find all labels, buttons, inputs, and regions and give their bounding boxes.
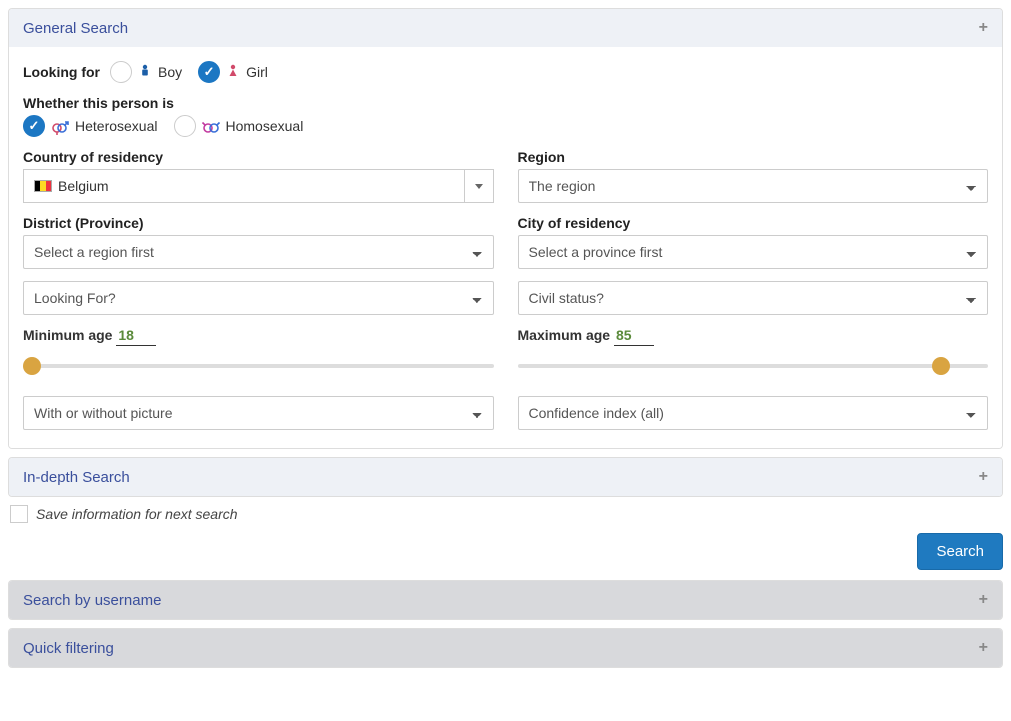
quick-filtering-title: Quick filtering bbox=[23, 640, 114, 657]
country-value: Belgium bbox=[58, 178, 109, 194]
homo-label: Homosexual bbox=[226, 118, 304, 134]
general-search-panel: General Search + Looking for Boy Girl Wh… bbox=[8, 8, 1003, 449]
girl-radio[interactable] bbox=[198, 61, 220, 83]
country-combo[interactable]: Belgium bbox=[23, 169, 494, 203]
homo-icon bbox=[202, 117, 220, 134]
boy-icon bbox=[140, 64, 150, 81]
district-select[interactable]: Select a region first bbox=[23, 235, 494, 269]
slider-track bbox=[23, 364, 494, 368]
girl-icon bbox=[228, 64, 238, 81]
country-value-wrap: Belgium bbox=[23, 169, 464, 203]
quick-filtering-panel: Quick filtering + bbox=[8, 628, 1003, 668]
search-by-username-panel: Search by username + bbox=[8, 580, 1003, 620]
general-search-body: Looking for Boy Girl Whether this person… bbox=[9, 47, 1002, 448]
flag-belgium-icon bbox=[34, 180, 52, 192]
looking-for-label: Looking for bbox=[23, 64, 100, 80]
search-by-username-title: Search by username bbox=[23, 592, 161, 609]
search-by-username-header[interactable]: Search by username + bbox=[9, 581, 1002, 619]
country-label: Country of residency bbox=[23, 149, 494, 165]
min-age-slider[interactable] bbox=[23, 354, 494, 378]
save-row: Save information for next search bbox=[10, 505, 1003, 523]
search-button[interactable]: Search bbox=[917, 533, 1003, 570]
indepth-search-title: In-depth Search bbox=[23, 469, 130, 486]
min-age-label: Minimum age bbox=[23, 327, 112, 343]
confidence-select[interactable]: Confidence index (all) bbox=[518, 396, 989, 430]
indepth-search-panel: In-depth Search + bbox=[8, 457, 1003, 497]
boy-label: Boy bbox=[158, 64, 182, 80]
plus-icon: + bbox=[979, 639, 988, 657]
orientation-label: Whether this person is bbox=[23, 95, 984, 111]
region-label: Region bbox=[518, 149, 989, 165]
civil-status-select[interactable]: Civil status? bbox=[518, 281, 989, 315]
max-age-label: Maximum age bbox=[518, 327, 611, 343]
min-age-thumb[interactable] bbox=[23, 357, 41, 375]
picture-select[interactable]: With or without picture bbox=[23, 396, 494, 430]
general-search-title: General Search bbox=[23, 20, 128, 37]
country-dropdown-button[interactable] bbox=[464, 169, 494, 203]
looking-for-select[interactable]: Looking For? bbox=[23, 281, 494, 315]
girl-label: Girl bbox=[246, 64, 268, 80]
plus-icon: + bbox=[979, 591, 988, 609]
max-age-slider[interactable] bbox=[518, 354, 989, 378]
boy-radio[interactable] bbox=[110, 61, 132, 83]
general-search-header[interactable]: General Search + bbox=[9, 9, 1002, 47]
hetero-label: Heterosexual bbox=[75, 118, 158, 134]
region-select[interactable]: The region bbox=[518, 169, 989, 203]
min-age-input[interactable] bbox=[116, 327, 156, 346]
homo-radio[interactable] bbox=[174, 115, 196, 137]
looking-for-row: Looking for Boy Girl bbox=[23, 61, 988, 83]
city-select[interactable]: Select a province first bbox=[518, 235, 989, 269]
save-label: Save information for next search bbox=[36, 506, 238, 522]
plus-icon: + bbox=[979, 468, 988, 486]
indepth-search-header[interactable]: In-depth Search + bbox=[9, 458, 1002, 496]
max-age-thumb[interactable] bbox=[932, 357, 950, 375]
hetero-icon bbox=[51, 117, 69, 134]
hetero-radio[interactable] bbox=[23, 115, 45, 137]
quick-filtering-header[interactable]: Quick filtering + bbox=[9, 629, 1002, 667]
slider-track bbox=[518, 364, 989, 368]
action-row: Search bbox=[8, 533, 1003, 570]
max-age-input[interactable] bbox=[614, 327, 654, 346]
plus-icon: + bbox=[979, 19, 988, 37]
city-label: City of residency bbox=[518, 215, 989, 231]
district-label: District (Province) bbox=[23, 215, 494, 231]
save-checkbox[interactable] bbox=[10, 505, 28, 523]
orientation-row: Whether this person is Heterosexual bbox=[23, 95, 988, 137]
